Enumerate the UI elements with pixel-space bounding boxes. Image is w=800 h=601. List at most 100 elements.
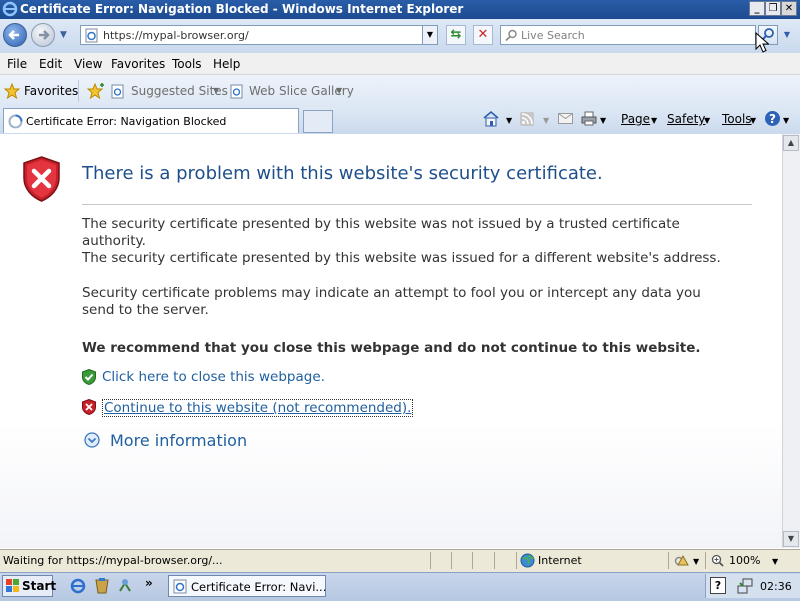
scroll-up-arrow-icon[interactable]: ▲	[783, 135, 799, 151]
taskbar-ie-window-button[interactable]: Certificate Error: Navi...	[168, 575, 326, 597]
search-box[interactable]: Live Search	[500, 25, 756, 45]
close-webpage-link[interactable]: Click here to close this webpage.	[102, 369, 325, 385]
restore-button[interactable]: ❐	[765, 1, 781, 16]
clock: 02:36	[760, 580, 792, 593]
address-dropdown-icon[interactable]: ▼	[422, 26, 437, 44]
web-slice-dropdown-icon[interactable]: ▼	[336, 86, 342, 95]
explanation-paragraph: The security certificate presented by th…	[82, 216, 762, 267]
status-divider	[430, 552, 431, 569]
window-title: Certificate Error: Navigation Blocked - …	[20, 2, 464, 16]
home-icon[interactable]	[482, 110, 500, 127]
internet-explorer-icon	[2, 1, 18, 17]
server-manager-icon[interactable]	[94, 577, 110, 594]
recent-pages-dropdown-icon[interactable]: ▼	[60, 30, 67, 40]
task-title: Certificate Error: Navi...	[191, 580, 327, 594]
add-to-favorites-bar-icon[interactable]	[87, 83, 105, 99]
menu-help[interactable]: Help	[213, 57, 240, 71]
more-information-link[interactable]: More information	[110, 431, 247, 450]
favorites-label: Favorites	[24, 84, 79, 98]
feeds-dropdown-icon[interactable]: ▼	[543, 116, 549, 125]
tools-menu[interactable]: Tools	[722, 112, 752, 126]
help-tray-icon[interactable]: ?	[710, 577, 726, 594]
expand-chevron-icon[interactable]	[84, 432, 100, 448]
read-mail-icon[interactable]	[558, 113, 573, 124]
status-divider	[516, 552, 517, 569]
scroll-down-arrow-icon[interactable]: ▼	[783, 531, 799, 547]
menu-file[interactable]: File	[7, 57, 27, 71]
web-slice-page-icon	[230, 84, 243, 99]
home-dropdown-icon[interactable]: ▼	[506, 116, 512, 125]
mouse-cursor-icon	[755, 32, 769, 53]
minimize-button[interactable]: _	[749, 1, 765, 16]
close-window-button[interactable]: ✕	[781, 1, 797, 16]
menu-favorites[interactable]: Favorites	[111, 57, 165, 71]
new-tab-button[interactable]	[303, 110, 333, 133]
more-quicklaunch-icon[interactable]: »	[145, 576, 153, 590]
zoom-dropdown-icon[interactable]: ▼	[772, 557, 778, 566]
tab-certificate-error[interactable]: Certificate Error: Navigation Blocked	[3, 108, 299, 133]
tab-title: Certificate Error: Navigation Blocked	[26, 115, 227, 128]
refresh-button[interactable]: ⇆	[446, 25, 466, 45]
warning-line: send to the server.	[82, 302, 209, 318]
red-shield-x-icon	[82, 399, 96, 415]
protected-mode-icon[interactable]	[674, 553, 690, 568]
tools-quicklaunch-icon[interactable]	[117, 577, 133, 594]
menu-edit[interactable]: Edit	[39, 57, 62, 71]
back-arrow-icon	[8, 30, 19, 40]
safety-menu[interactable]: Safety	[667, 112, 705, 126]
page-heading: There is a problem with this website's s…	[82, 163, 603, 184]
separator	[78, 80, 79, 102]
green-shield-check-icon	[82, 369, 96, 385]
red-shield-error-icon	[23, 156, 60, 202]
favorites-star-icon	[4, 83, 20, 99]
search-options-dropdown-icon[interactable]: ▼	[780, 25, 794, 45]
status-divider	[494, 552, 495, 569]
tools-dropdown-icon: ▼	[750, 116, 757, 125]
explanation-line: authority.	[82, 233, 146, 249]
status-text: Waiting for https://mypal-browser.org/..…	[3, 554, 223, 567]
status-divider	[705, 552, 706, 569]
back-button[interactable]	[3, 23, 27, 47]
zoom-level[interactable]: 100%	[729, 554, 760, 567]
internet-zone-globe-icon	[520, 553, 535, 568]
page-menu[interactable]: Page	[621, 112, 650, 126]
ie-quicklaunch-icon[interactable]	[70, 578, 86, 594]
windows-logo-icon	[6, 579, 19, 592]
help-dropdown-icon[interactable]: ▼	[783, 116, 789, 125]
status-divider	[668, 552, 669, 569]
search-placeholder: Live Search	[521, 29, 585, 42]
safety-dropdown-icon: ▼	[704, 116, 711, 125]
start-label: Start	[22, 579, 57, 593]
print-dropdown-icon[interactable]: ▼	[600, 116, 606, 125]
page-icon	[85, 28, 98, 43]
status-divider	[451, 552, 452, 569]
print-icon[interactable]	[581, 111, 597, 126]
status-divider	[472, 552, 473, 569]
network-tray-icon[interactable]	[737, 577, 754, 594]
suggested-sites-dropdown-icon[interactable]: ▼	[213, 86, 219, 95]
refresh-icon: ⇆	[450, 27, 462, 42]
forward-arrow-icon	[39, 30, 50, 40]
warning-line: Security certificate problems may indica…	[82, 285, 701, 301]
suggested-sites-page-icon	[111, 84, 124, 99]
help-icon[interactable]: ?	[764, 110, 781, 127]
search-icon	[505, 29, 517, 42]
title-bar: Certificate Error: Navigation Blocked - …	[0, 0, 800, 19]
vertical-scrollbar[interactable]	[782, 134, 800, 548]
address-url: https://mypal-browser.org/	[103, 29, 249, 42]
address-field[interactable]: https://mypal-browser.org/ ▼	[80, 25, 438, 45]
continue-to-website-link[interactable]: Continue to this website (not recommende…	[102, 399, 414, 417]
menu-tools[interactable]: Tools	[172, 57, 202, 71]
ie-task-icon	[173, 579, 187, 594]
warning-paragraph: Security certificate problems may indica…	[82, 285, 762, 319]
zoom-icon[interactable]	[711, 554, 724, 567]
svg-text:?: ?	[769, 112, 776, 126]
security-zone-label: Internet	[538, 554, 582, 567]
forward-button[interactable]	[31, 23, 55, 47]
explanation-line: The security certificate presented by th…	[82, 216, 680, 232]
feeds-icon[interactable]	[520, 112, 534, 126]
stop-button[interactable]: ✕	[473, 25, 493, 45]
protected-mode-dropdown-icon[interactable]: ▼	[693, 557, 699, 566]
start-button[interactable]: Start	[2, 575, 57, 597]
menu-view[interactable]: View	[74, 57, 102, 71]
